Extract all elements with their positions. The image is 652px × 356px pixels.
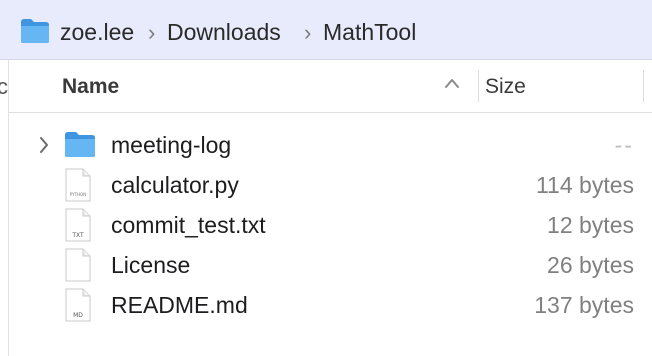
sort-ascending-icon[interactable] (444, 77, 460, 89)
breadcrumb-downloads[interactable]: Downloads (167, 19, 281, 46)
file-size: -- (614, 132, 634, 158)
chevron-right-icon[interactable] (38, 135, 50, 155)
breadcrumb-separator: › (304, 20, 312, 45)
path-bar: zoe.lee › Downloads › MathTool (0, 0, 652, 60)
file-size: 114 bytes (535, 172, 634, 198)
cropped-column-header: c (0, 74, 8, 99)
breadcrumb-mathtool[interactable]: MathTool (323, 19, 416, 46)
file-size: 12 bytes (547, 212, 634, 238)
column-resize-handle[interactable] (478, 70, 479, 102)
file-name: meeting-log (111, 132, 232, 158)
markdown-file-icon: MD (65, 288, 91, 322)
file-name: README.md (111, 292, 248, 318)
list-item[interactable]: MD README.md 137 bytes (8, 285, 652, 325)
svg-text:MD: MD (73, 312, 83, 319)
name-column-header[interactable]: Name (62, 75, 119, 99)
file-size: 137 bytes (534, 292, 634, 318)
file-name: License (111, 252, 191, 278)
list-item[interactable]: TXT commit_test.txt 12 bytes (8, 205, 652, 245)
column-resize-handle[interactable] (643, 70, 644, 102)
list-item[interactable]: License 26 bytes (8, 245, 652, 285)
file-name: commit_test.txt (111, 212, 266, 238)
folder-icon (21, 19, 49, 43)
python-file-icon: PYTHON (65, 168, 91, 202)
text-file-icon: TXT (65, 208, 91, 242)
list-item[interactable]: meeting-log -- (8, 125, 652, 165)
svg-text:TXT: TXT (71, 232, 84, 239)
folder-icon (65, 132, 95, 157)
breadcrumb-user[interactable]: zoe.lee (60, 19, 134, 46)
column-header: Name Size (8, 60, 652, 113)
file-size: 26 bytes (547, 252, 634, 278)
size-column-header[interactable]: Size (485, 75, 526, 99)
document-icon (65, 248, 91, 282)
file-name: calculator.py (111, 172, 239, 198)
breadcrumb-separator: › (148, 20, 156, 45)
svg-text:PYTHON: PYTHON (70, 192, 86, 197)
list-item[interactable]: PYTHON calculator.py 114 bytes (8, 165, 652, 205)
